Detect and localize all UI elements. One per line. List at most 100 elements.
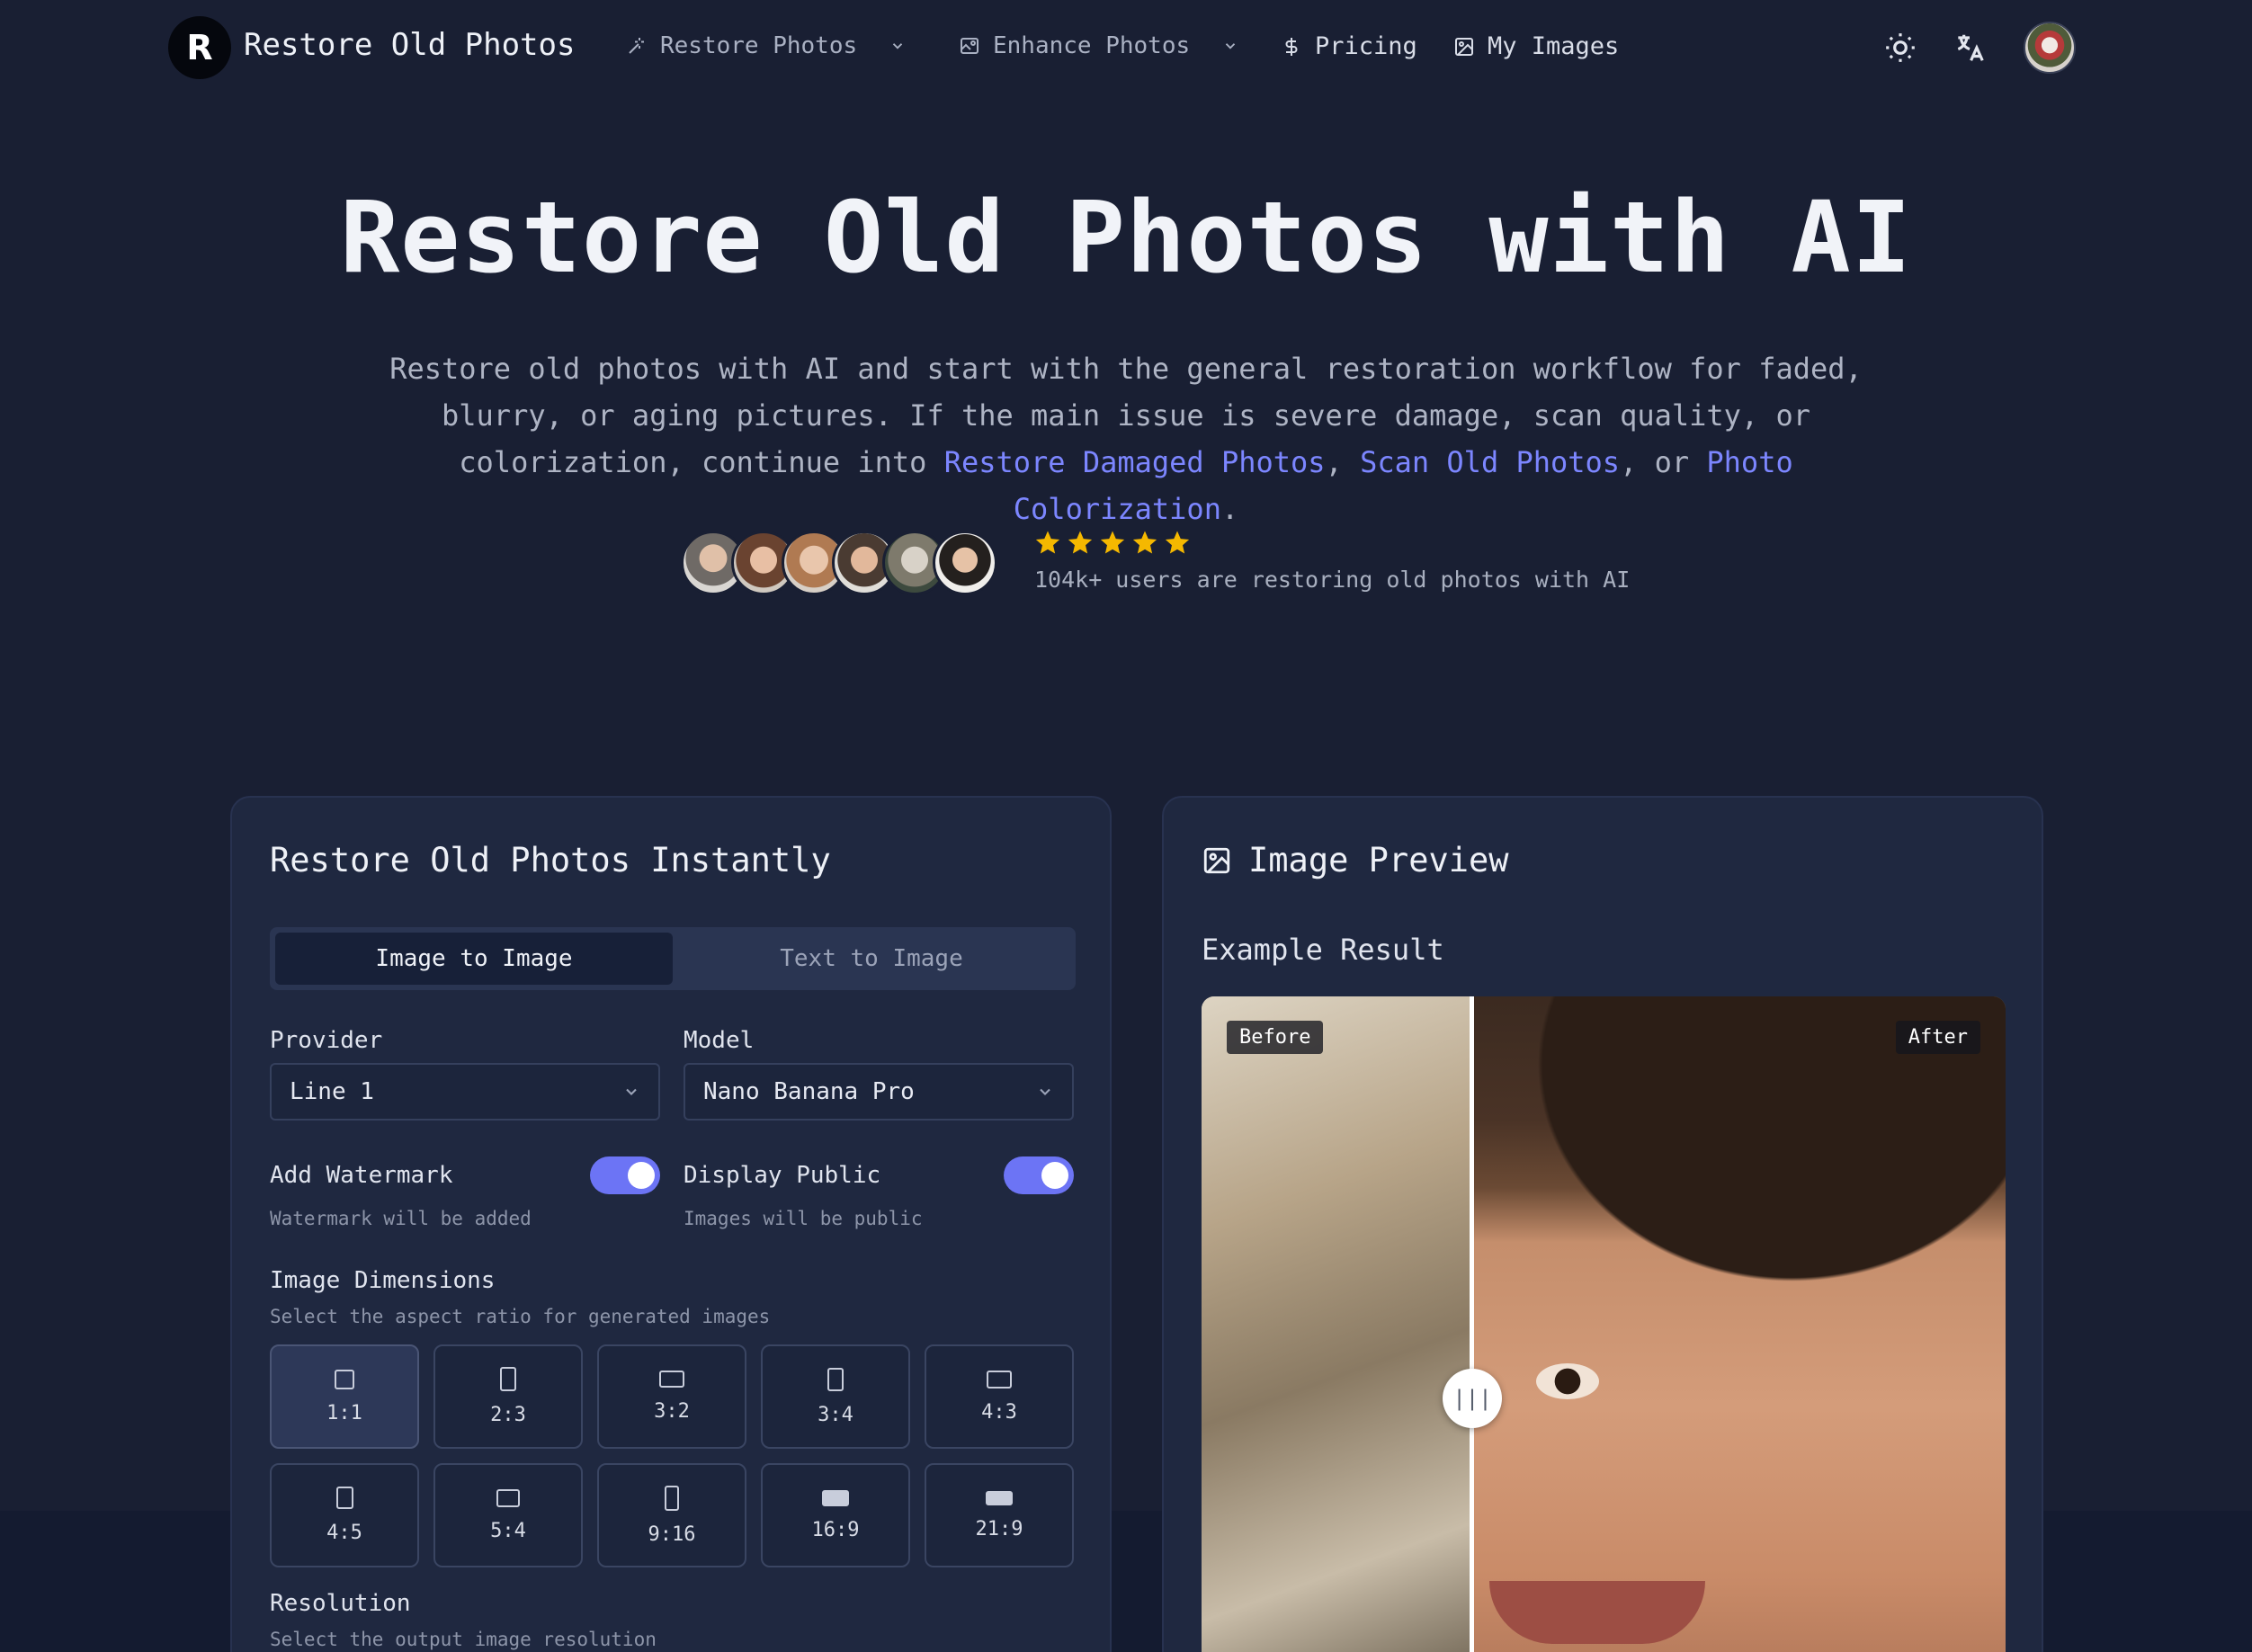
preview-title: Image Preview bbox=[1202, 841, 1509, 880]
sun-icon[interactable] bbox=[1883, 31, 1917, 65]
ratio-label: 1:1 bbox=[326, 1401, 362, 1424]
ratio-3-4[interactable]: 3:4 bbox=[761, 1344, 910, 1449]
preview-title-text: Image Preview bbox=[1248, 841, 1509, 880]
hero-desc-sep: , bbox=[1325, 445, 1361, 479]
ratio-9-16[interactable]: 9:16 bbox=[597, 1463, 746, 1567]
portrait-icon bbox=[827, 1367, 844, 1391]
nav-restore-photos[interactable]: Restore Photos bbox=[626, 32, 906, 59]
ratio-label: 4:5 bbox=[326, 1522, 362, 1544]
portrait-icon bbox=[500, 1367, 516, 1391]
ratio-3-2[interactable]: 3:2 bbox=[597, 1344, 746, 1449]
ratio-label: 16:9 bbox=[811, 1518, 860, 1541]
image-edit-icon bbox=[961, 38, 979, 54]
restore-form-card: Restore Old Photos Instantly Image to Im… bbox=[230, 796, 1112, 1652]
ratio-label: 21:9 bbox=[975, 1517, 1023, 1540]
before-image bbox=[1202, 996, 1471, 1652]
star-icon bbox=[1165, 531, 1190, 554]
tab-text-to-image[interactable]: Text to Image bbox=[673, 933, 1070, 985]
ratio-label: 5:4 bbox=[490, 1519, 526, 1542]
nav-my-images[interactable]: My Images bbox=[1453, 32, 1619, 60]
watermark-toggle[interactable] bbox=[590, 1156, 660, 1194]
link-restore-damaged-photos[interactable]: Restore Damaged Photos bbox=[944, 445, 1326, 479]
ratio-label: 2:3 bbox=[490, 1404, 526, 1426]
dollar-icon bbox=[1285, 37, 1298, 56]
nav-my-images-label: My Images bbox=[1488, 32, 1620, 60]
ultrawide-icon bbox=[986, 1490, 1013, 1505]
ratio-2-3[interactable]: 2:3 bbox=[433, 1344, 583, 1449]
translate-icon[interactable] bbox=[1953, 31, 1987, 65]
model-label: Model bbox=[684, 1027, 755, 1054]
brand-name[interactable]: Restore Old Photos bbox=[244, 27, 575, 63]
ratio-label: 9:16 bbox=[648, 1523, 696, 1546]
landscape-icon bbox=[496, 1488, 520, 1507]
provider-label: Provider bbox=[270, 1027, 383, 1054]
model-value: Nano Banana Pro bbox=[703, 1078, 915, 1105]
star-icon bbox=[1100, 531, 1125, 554]
ratio-label: 4:3 bbox=[981, 1400, 1017, 1424]
after-badge: After bbox=[1895, 1021, 1980, 1054]
before-after-slider[interactable]: ||| Before After bbox=[1202, 996, 2006, 1652]
before-badge: Before bbox=[1227, 1021, 1324, 1054]
image-icon bbox=[1203, 847, 1230, 873]
image-icon bbox=[1455, 37, 1473, 56]
hero-description: Restore old photos with AI and start wit… bbox=[342, 345, 1910, 532]
nav-pricing-label: Pricing bbox=[1315, 32, 1417, 60]
dimensions-hint: Select the aspect ratio for generated im… bbox=[270, 1306, 771, 1327]
portrait-icon bbox=[665, 1485, 679, 1511]
hero-desc-end: . bbox=[1220, 492, 1239, 526]
model-select[interactable]: Nano Banana Pro bbox=[684, 1063, 1074, 1121]
chevron-down-icon bbox=[1040, 1088, 1050, 1095]
provider-value: Line 1 bbox=[290, 1078, 374, 1105]
square-icon bbox=[335, 1369, 354, 1389]
hero-desc-sep: , or bbox=[1620, 445, 1707, 479]
ratio-4-5[interactable]: 4:5 bbox=[270, 1463, 419, 1567]
dimensions-label: Image Dimensions bbox=[270, 1267, 496, 1294]
ratio-label: 3:2 bbox=[654, 1400, 690, 1423]
hero-title: Restore Old Photos with AI bbox=[340, 180, 1912, 295]
provider-select[interactable]: Line 1 bbox=[270, 1063, 660, 1121]
public-toggle[interactable] bbox=[1004, 1156, 1074, 1194]
slider-divider[interactable] bbox=[1470, 996, 1474, 1652]
example-result-label: Example Result bbox=[1202, 933, 1444, 967]
tab-image-to-image[interactable]: Image to Image bbox=[275, 933, 673, 985]
after-eye bbox=[1536, 1363, 1599, 1399]
mode-tabs: Image to Image Text to Image bbox=[270, 927, 1076, 990]
card-title: Restore Old Photos Instantly bbox=[270, 841, 831, 880]
ratio-1-1[interactable]: 1:1 bbox=[270, 1344, 419, 1449]
star-icon bbox=[1035, 531, 1060, 554]
chevron-down-icon bbox=[1225, 43, 1236, 49]
avatar bbox=[933, 531, 997, 595]
user-avatar[interactable] bbox=[2024, 22, 2076, 74]
user-avatars-group bbox=[681, 531, 1005, 595]
aspect-ratio-grid: 1:1 2:3 3:2 3:4 4:3 4:5 5:4 9:16 16:9 21… bbox=[270, 1344, 1076, 1567]
link-scan-old-photos[interactable]: Scan Old Photos bbox=[1360, 445, 1620, 479]
landscape-icon bbox=[987, 1370, 1012, 1389]
ratio-21-9[interactable]: 21:9 bbox=[925, 1463, 1074, 1567]
star-icon bbox=[1068, 531, 1093, 554]
public-label: Display Public bbox=[684, 1162, 881, 1189]
nav-enhance-photos[interactable]: Enhance Photos bbox=[959, 32, 1238, 59]
resolution-label: Resolution bbox=[270, 1590, 411, 1617]
watermark-hint: Watermark will be added bbox=[270, 1208, 532, 1229]
watermark-label: Add Watermark bbox=[270, 1162, 453, 1189]
wand-icon bbox=[629, 38, 644, 54]
portrait-icon bbox=[335, 1487, 353, 1509]
users-count-text: 104k+ users are restoring old photos wit… bbox=[1034, 567, 1631, 593]
resolution-hint: Select the output image resolution bbox=[270, 1629, 657, 1650]
after-mouth bbox=[1489, 1581, 1705, 1644]
star-icon bbox=[1132, 531, 1157, 554]
grip-icon: ||| bbox=[1452, 1386, 1492, 1411]
ratio-16-9[interactable]: 16:9 bbox=[761, 1463, 910, 1567]
nav-pricing[interactable]: Pricing bbox=[1281, 32, 1417, 60]
slider-handle[interactable]: ||| bbox=[1443, 1369, 1502, 1428]
nav-enhance-photos-label: Enhance Photos bbox=[993, 32, 1191, 59]
top-navbar: R Restore Old Photos Restore Photos Enha… bbox=[0, 0, 2252, 97]
ratio-5-4[interactable]: 5:4 bbox=[433, 1463, 583, 1567]
chevron-down-icon bbox=[892, 43, 903, 49]
nav-restore-photos-label: Restore Photos bbox=[660, 32, 858, 59]
chevron-down-icon bbox=[626, 1088, 637, 1095]
widescreen-icon bbox=[822, 1489, 849, 1506]
ratio-4-3[interactable]: 4:3 bbox=[925, 1344, 1074, 1449]
logo-icon[interactable]: R bbox=[168, 16, 231, 79]
landscape-icon bbox=[659, 1371, 684, 1388]
